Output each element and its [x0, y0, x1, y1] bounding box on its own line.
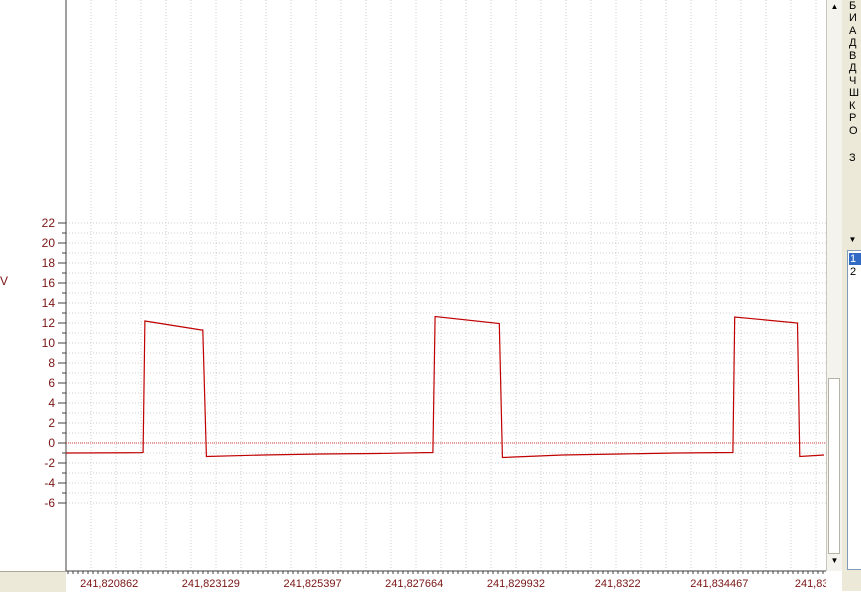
grid-layer [66, 0, 826, 571]
channel-item-1[interactable]: 1 [849, 253, 861, 265]
scroll-down-button[interactable]: ▼ [828, 554, 841, 568]
arrow-up-icon: ▲ [830, 2, 839, 11]
channel-list[interactable]: 1 2 [847, 250, 861, 570]
x-tick-label: 241,820862 [80, 578, 138, 590]
channel-item-2[interactable]: 2 [849, 266, 861, 278]
axis-layer: 2220181614121086420-2-4-6241,820862 241,8… [42, 0, 826, 590]
channel-dropdown-button[interactable]: ▼ [845, 232, 860, 247]
y-tick-label: 2 [48, 416, 55, 430]
arrow-down-icon: ▼ [830, 556, 839, 565]
info-line: Ш [849, 87, 860, 99]
y-tick-label: 0 [48, 436, 55, 450]
y-tick-label: 22 [42, 216, 56, 230]
y-tick-label: -2 [44, 456, 55, 470]
y-tick-label: 10 [42, 336, 56, 350]
scroll-up-button[interactable]: ▲ [828, 0, 841, 14]
chevron-down-icon: ▼ [848, 235, 857, 244]
info-line: З [849, 152, 856, 164]
info-line: Д [849, 62, 857, 74]
vertical-scrollbar[interactable]: ▲ ▼ [826, 0, 842, 571]
info-line: Б [849, 0, 857, 12]
x-tick-label: 241,823129 [182, 578, 240, 590]
info-line: В [849, 50, 857, 62]
info-panel: Б И A Д В Д Ч Ш К Р О З ▼ 1 2 [842, 0, 861, 591]
y-tick-label: 12 [42, 316, 56, 330]
x-tick-label: 241,834467 [690, 578, 748, 590]
y-tick-label: -6 [44, 496, 55, 510]
x-tick-label: 241,825397 [283, 578, 341, 590]
y-tick-label: 16 [42, 276, 56, 290]
y-tick-label: 4 [48, 396, 55, 410]
corner-box [0, 571, 66, 592]
info-line: И [849, 12, 857, 24]
info-line: К [849, 100, 856, 112]
y-tick-label: 8 [48, 356, 55, 370]
signal-trace [65, 315, 825, 459]
y-tick-label: 20 [42, 236, 56, 250]
info-line: Р [849, 112, 857, 124]
trace-layer [65, 315, 826, 459]
chart-plot[interactable]: 2220181614121086420-2-4-6241,820862 241,8… [0, 0, 826, 591]
x-tick-label: 241,829932 [487, 578, 545, 590]
scrollbar-thumb[interactable] [828, 378, 840, 554]
info-line: О [849, 125, 858, 137]
x-tick-label: 241,83673 [795, 578, 826, 590]
y-tick-label: 6 [48, 376, 55, 390]
y-tick-label: 18 [42, 256, 56, 270]
y-tick-label: 14 [42, 296, 56, 310]
x-tick-label: 241,827664 [385, 578, 443, 590]
info-line: Ч [849, 75, 857, 87]
x-tick-label: 241,8322 [595, 578, 641, 590]
y-tick-label: -4 [44, 476, 55, 490]
info-line: A [849, 25, 857, 37]
info-line: Д [849, 37, 857, 49]
